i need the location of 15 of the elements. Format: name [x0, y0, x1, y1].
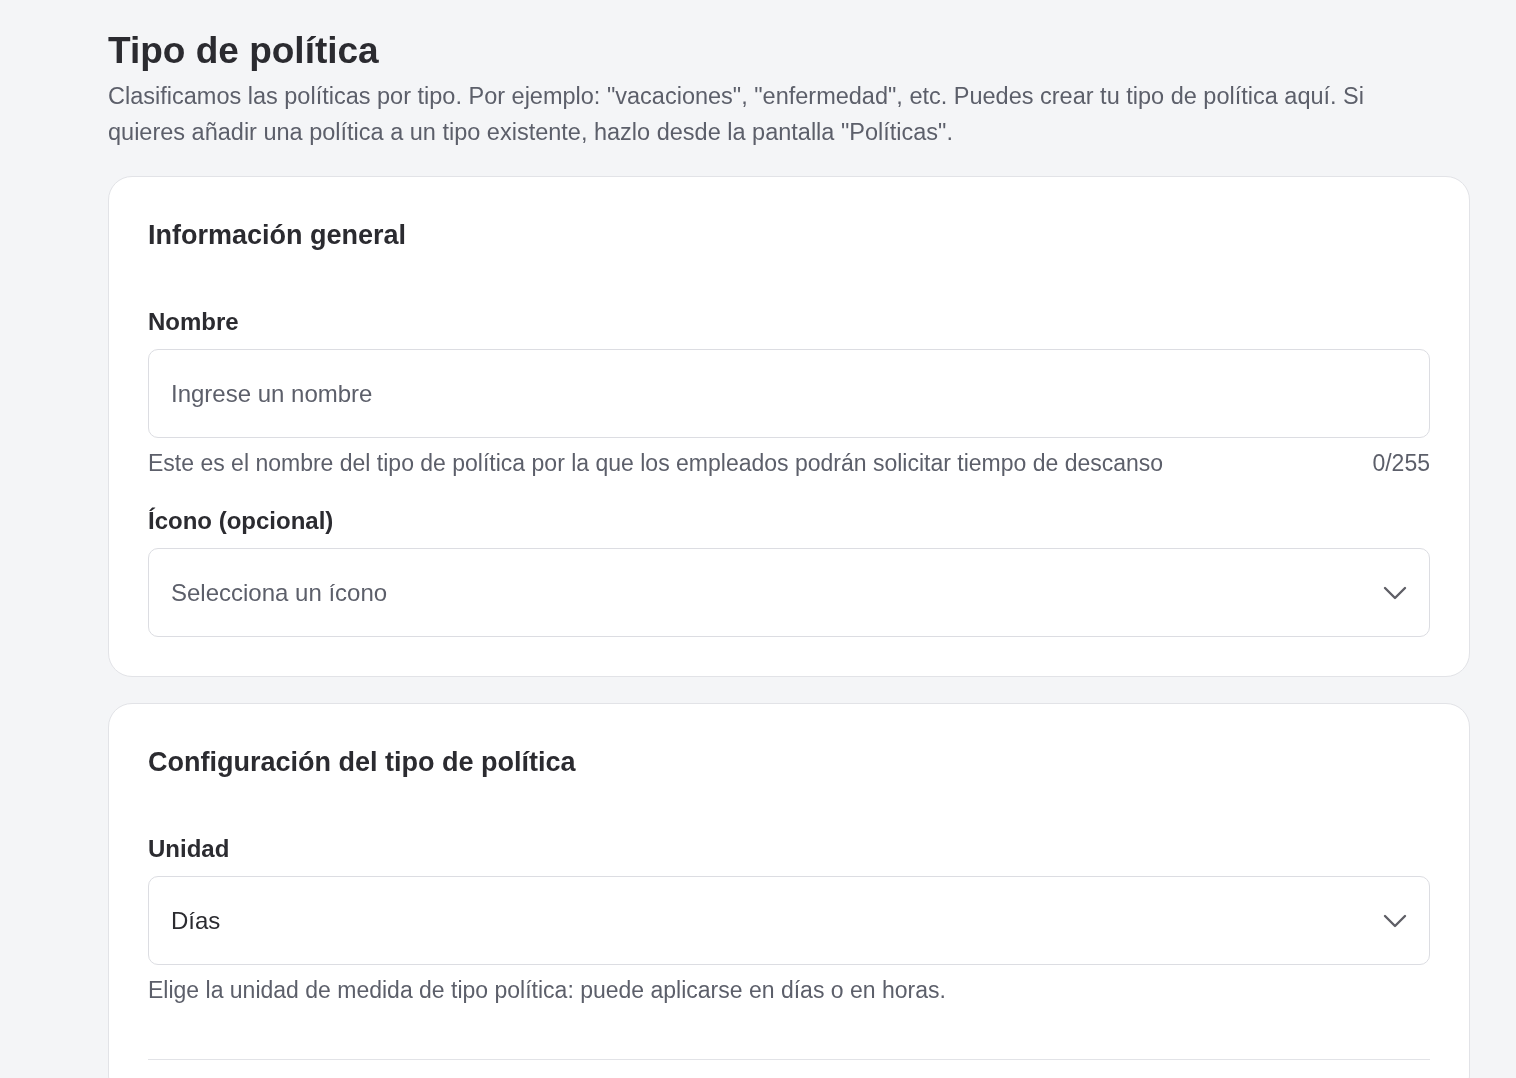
- card-heading: Información general: [148, 219, 408, 252]
- text-input-field[interactable]: Ingrese un nombre: [148, 349, 1430, 438]
- card-heading: Configuración del tipo de política: [148, 746, 577, 779]
- field-label: Ícono (opcional): [148, 506, 335, 536]
- helper-text: Este es el nombre del tipo de política por la que los empleados podrán solicitar tiempo de descanso: [148, 449, 1164, 478]
- chevron-down-icon: [1383, 585, 1407, 600]
- select-dropdown[interactable]: Días: [148, 876, 1430, 965]
- character-counter: 0/255: [1372, 449, 1430, 478]
- page-description: Clasificamos las políticas por tipo. Por ejemplo: "vacaciones", "enfermedad", etc. Puedes crear tu tipo de política aquí. Si quieres añadir una política a un tipo existente, hazlo desde la pantalla "Políticas".: [108, 82, 1365, 147]
- field-label: Unidad: [148, 834, 231, 864]
- page-title: Tipo de política: [108, 29, 380, 73]
- select-dropdown[interactable]: Selecciona un ícono: [148, 548, 1430, 637]
- helper-text: Elige la unidad de medida de tipo política: puede aplicarse en días o en horas.: [148, 976, 946, 1005]
- field-label: Nombre: [148, 307, 240, 337]
- chevron-down-icon: [1383, 913, 1407, 928]
